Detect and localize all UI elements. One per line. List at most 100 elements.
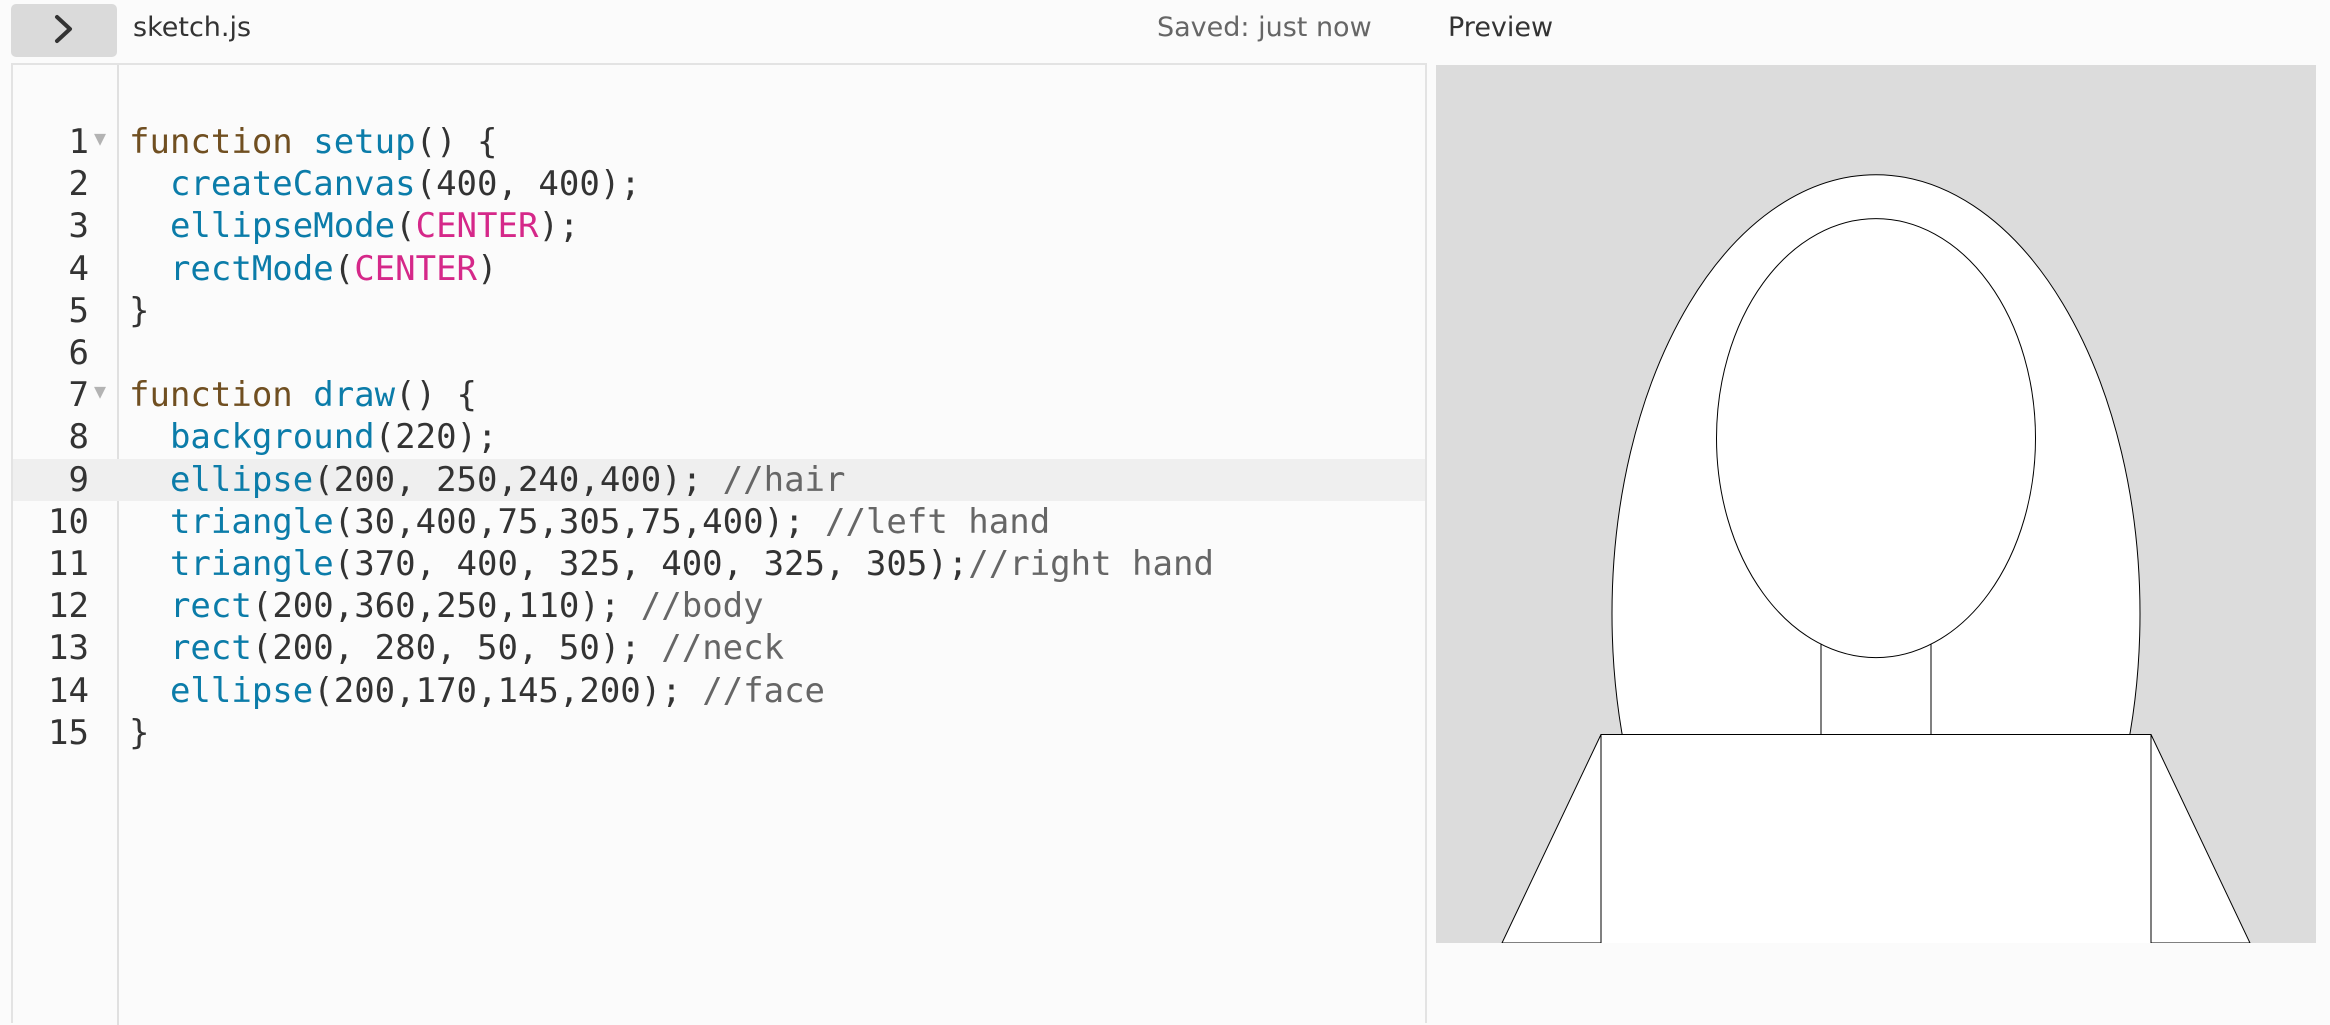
code-token: draw [313, 375, 396, 416]
code-token: CENTER [415, 206, 539, 247]
line-number: 13 [48, 628, 89, 669]
code-text: } [129, 712, 149, 754]
code-token: ellipse [169, 459, 314, 500]
code-token: rect [169, 628, 252, 669]
code-line[interactable]: 9 ellipse(200, 250,240,400); //hair [13, 458, 1425, 501]
code-token: CENTER [354, 248, 478, 289]
shape-left-hand [1502, 734, 1601, 943]
shape-body [1601, 734, 2151, 943]
code-line[interactable]: 5} [13, 290, 1425, 332]
code-text: ellipse(200, 250,240,400); //hair [129, 459, 846, 501]
sidebar-toggle-button[interactable] [11, 4, 117, 57]
code-token: setup [313, 122, 416, 162]
code-token: (200, 280, 50, 50); [251, 628, 662, 669]
code-line[interactable]: 13 rect(200, 280, 50, 50); //neck [13, 627, 1425, 669]
code-line[interactable]: 15} [13, 712, 1425, 754]
code-text: rect(200, 280, 50, 50); //neck [129, 627, 784, 669]
code-token: } [129, 712, 150, 753]
code-token: function [129, 375, 314, 416]
code-text: triangle(370, 400, 325, 400, 325, 305);/… [129, 543, 1214, 585]
code-text: } [129, 290, 149, 332]
line-number: 5 [68, 290, 89, 331]
code-text: background(220); [129, 416, 498, 458]
code-text: function draw() { [129, 374, 477, 416]
code-text: createCanvas(400, 400); [129, 163, 641, 205]
code-token: ( [333, 248, 355, 289]
code-token: ) [477, 248, 498, 289]
code-line[interactable]: 4 rectMode(CENTER) [13, 248, 1425, 290]
line-number: 7 [68, 375, 89, 416]
code-line[interactable]: 7 ▼ function draw() { [13, 374, 1425, 416]
shape-right-hand [2151, 734, 2250, 943]
code-token: (30,400,75,305,75,400); [333, 501, 825, 542]
code-token: () { [415, 122, 498, 162]
code-token: createCanvas [169, 164, 416, 205]
code-token: rectMode [169, 248, 334, 289]
line-number: 15 [48, 712, 89, 753]
line-number: 8 [68, 417, 89, 458]
code-line[interactable]: 6 [13, 332, 1425, 374]
code-text: ellipse(200,170,145,200); //face [129, 670, 825, 712]
file-name[interactable]: sketch.js [133, 12, 251, 43]
code-text: ellipseMode(CENTER); [129, 205, 579, 247]
code-token: function [129, 122, 314, 162]
fold-arrow-icon[interactable]: ▼ [94, 121, 106, 155]
code-token: triangle [169, 544, 334, 584]
code-token: //right hand [968, 544, 1214, 584]
preview-title: Preview [1448, 12, 1554, 43]
preview-drawing [1436, 65, 2316, 943]
code-token: rect [169, 586, 252, 627]
line-number: 2 [68, 164, 89, 205]
code-token: (400, 400); [415, 164, 641, 205]
line-number: 10 [48, 501, 89, 542]
code-token: (200,170,145,200); [313, 670, 703, 711]
code-token: ( [395, 206, 416, 247]
code-line[interactable]: 12 rect(200,360,250,110); //body [13, 585, 1425, 627]
preview-canvas[interactable] [1436, 65, 2316, 943]
code-line[interactable]: 11 triangle(370, 400, 325, 400, 325, 305… [13, 543, 1425, 585]
code-line[interactable]: 14 ellipse(200,170,145,200); //face [13, 670, 1425, 712]
code-line[interactable]: 8 background(220); [13, 416, 1425, 458]
code-token: ); [538, 206, 580, 247]
code-token: triangle [169, 501, 334, 542]
shape-face [1717, 219, 2036, 658]
code-text: function setup() { [129, 121, 497, 163]
chevron-right-icon [51, 14, 77, 48]
code-token: (220); [374, 417, 498, 458]
line-number: 1 [68, 122, 89, 162]
code-text: rect(200,360,250,110); //body [129, 585, 764, 627]
code-line[interactable]: 1 ▼ function setup() { [13, 121, 1425, 163]
code-token: background [169, 417, 375, 458]
line-number: 4 [68, 248, 89, 289]
code-text: rectMode(CENTER) [129, 248, 498, 290]
code-line[interactable]: 2 createCanvas(400, 400); [13, 163, 1425, 205]
code-token: //hair [722, 459, 846, 500]
line-number: 3 [68, 206, 89, 247]
code-line[interactable]: 10 triangle(30,400,75,305,75,400); //lef… [13, 501, 1425, 543]
fold-arrow-icon[interactable]: ▼ [94, 374, 106, 408]
code-token: //body [640, 586, 764, 627]
code-line[interactable]: 3 ellipseMode(CENTER); [13, 205, 1425, 247]
line-number: 12 [48, 586, 89, 627]
code-token: //face [702, 670, 826, 711]
code-token: } [129, 290, 150, 331]
code-token: (370, 400, 325, 400, 325, 305); [333, 544, 969, 584]
code-token: ellipse [169, 670, 314, 711]
line-number: 9 [68, 459, 89, 500]
line-number: 14 [48, 670, 89, 711]
code-text: triangle(30,400,75,305,75,400); //left h… [129, 501, 1050, 543]
code-token: (200,360,250,110); [251, 586, 641, 627]
code-token: //left hand [825, 501, 1051, 542]
line-number: 6 [68, 333, 89, 373]
save-status: Saved: just now [1157, 12, 1372, 43]
code-token: ellipseMode [169, 206, 396, 247]
